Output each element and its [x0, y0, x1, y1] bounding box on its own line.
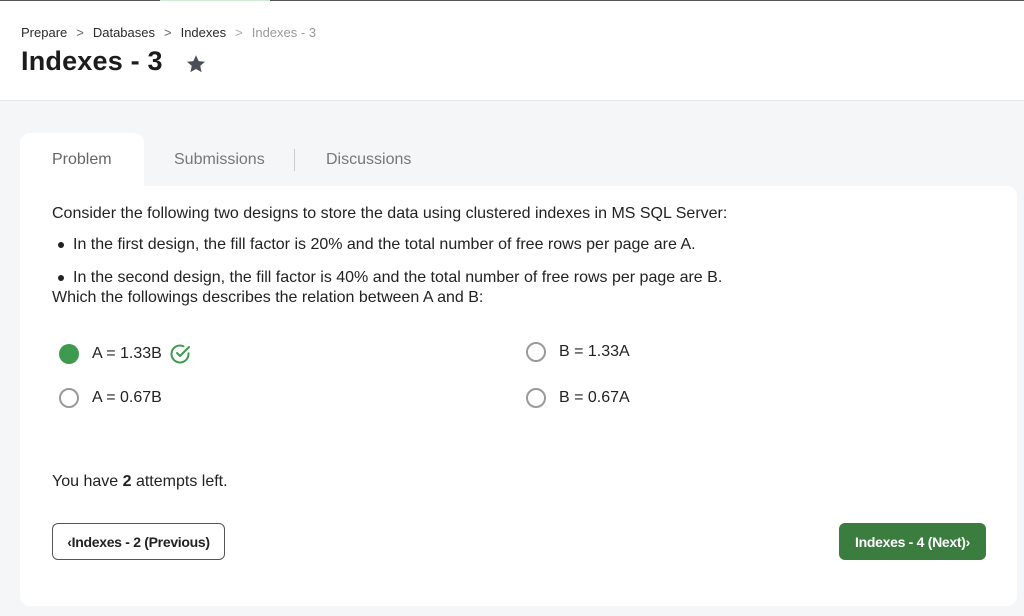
bullet-item: In the first design, the fill factor is …: [58, 235, 722, 255]
previous-button[interactable]: ‹ Indexes - 2 (Previous): [52, 523, 225, 560]
chevron-right-icon: >: [235, 25, 243, 40]
bullet-dot: [58, 275, 64, 281]
option-a-067b[interactable]: A = 0.67B: [59, 388, 162, 408]
radio-unselected[interactable]: [526, 388, 546, 408]
breadcrumb-current: Indexes - 3: [251, 25, 317, 40]
option-label: A = 1.33B: [92, 345, 162, 362]
breadcrumb-item-databases[interactable]: Databases: [93, 25, 155, 40]
chevron-right-icon: ›: [965, 533, 971, 550]
page-title: Indexes - 3: [21, 46, 163, 76]
previous-button-label: Indexes - 2 (Previous): [71, 533, 210, 550]
question-prompt: Which the followings describes the relat…: [52, 289, 484, 306]
attempts-suffix: attempts left.: [135, 473, 228, 490]
option-b-133a[interactable]: B = 1.33A: [526, 342, 630, 362]
breadcrumb: Prepare > Databases > Indexes > Indexes …: [21, 25, 316, 40]
page-header: Prepare > Databases > Indexes > Indexes …: [0, 1, 1024, 101]
option-b-067a[interactable]: B = 0.67A: [526, 388, 630, 408]
check-circle-icon: [170, 344, 190, 364]
option-label: A = 0.67B: [92, 389, 162, 406]
bullet-text: In the second design, the fill factor is…: [73, 269, 723, 286]
attempts-count: 2: [122, 473, 132, 490]
attempts-text: You have 2 attempts left.: [52, 473, 228, 491]
radio-unselected[interactable]: [59, 388, 79, 408]
bullet-item: In the second design, the fill factor is…: [58, 268, 722, 288]
question-text: Consider the following two designs to st…: [52, 205, 728, 222]
next-button-label: Indexes - 4 (Next): [855, 533, 966, 550]
next-button[interactable]: Indexes - 4 (Next) ›: [839, 523, 986, 560]
option-label: B = 0.67A: [559, 389, 630, 406]
breadcrumb-item-prepare[interactable]: Prepare: [21, 25, 67, 40]
tab-bar: Problem Submissions Discussions: [20, 133, 411, 186]
option-label: B = 1.33A: [559, 343, 630, 360]
radio-selected[interactable]: [59, 344, 79, 364]
attempts-prefix: You have: [52, 473, 119, 490]
chevron-right-icon: >: [164, 25, 172, 40]
tab-submissions[interactable]: Submissions: [144, 133, 294, 186]
tab-discussions[interactable]: Discussions: [295, 133, 411, 186]
radio-unselected[interactable]: [526, 342, 546, 362]
tab-problem[interactable]: Problem: [20, 133, 144, 186]
bullet-dot: [58, 242, 64, 248]
problem-card: Consider the following two designs to st…: [20, 186, 1017, 606]
title-row: Indexes - 3: [21, 46, 207, 77]
star-icon[interactable]: [185, 53, 207, 75]
option-a-133b[interactable]: A = 1.33B: [59, 342, 192, 366]
chevron-right-icon: >: [76, 25, 84, 40]
bullet-list: In the first design, the fill factor is …: [58, 235, 722, 288]
bullet-text: In the first design, the fill factor is …: [73, 236, 696, 253]
breadcrumb-item-indexes[interactable]: Indexes: [181, 25, 227, 40]
